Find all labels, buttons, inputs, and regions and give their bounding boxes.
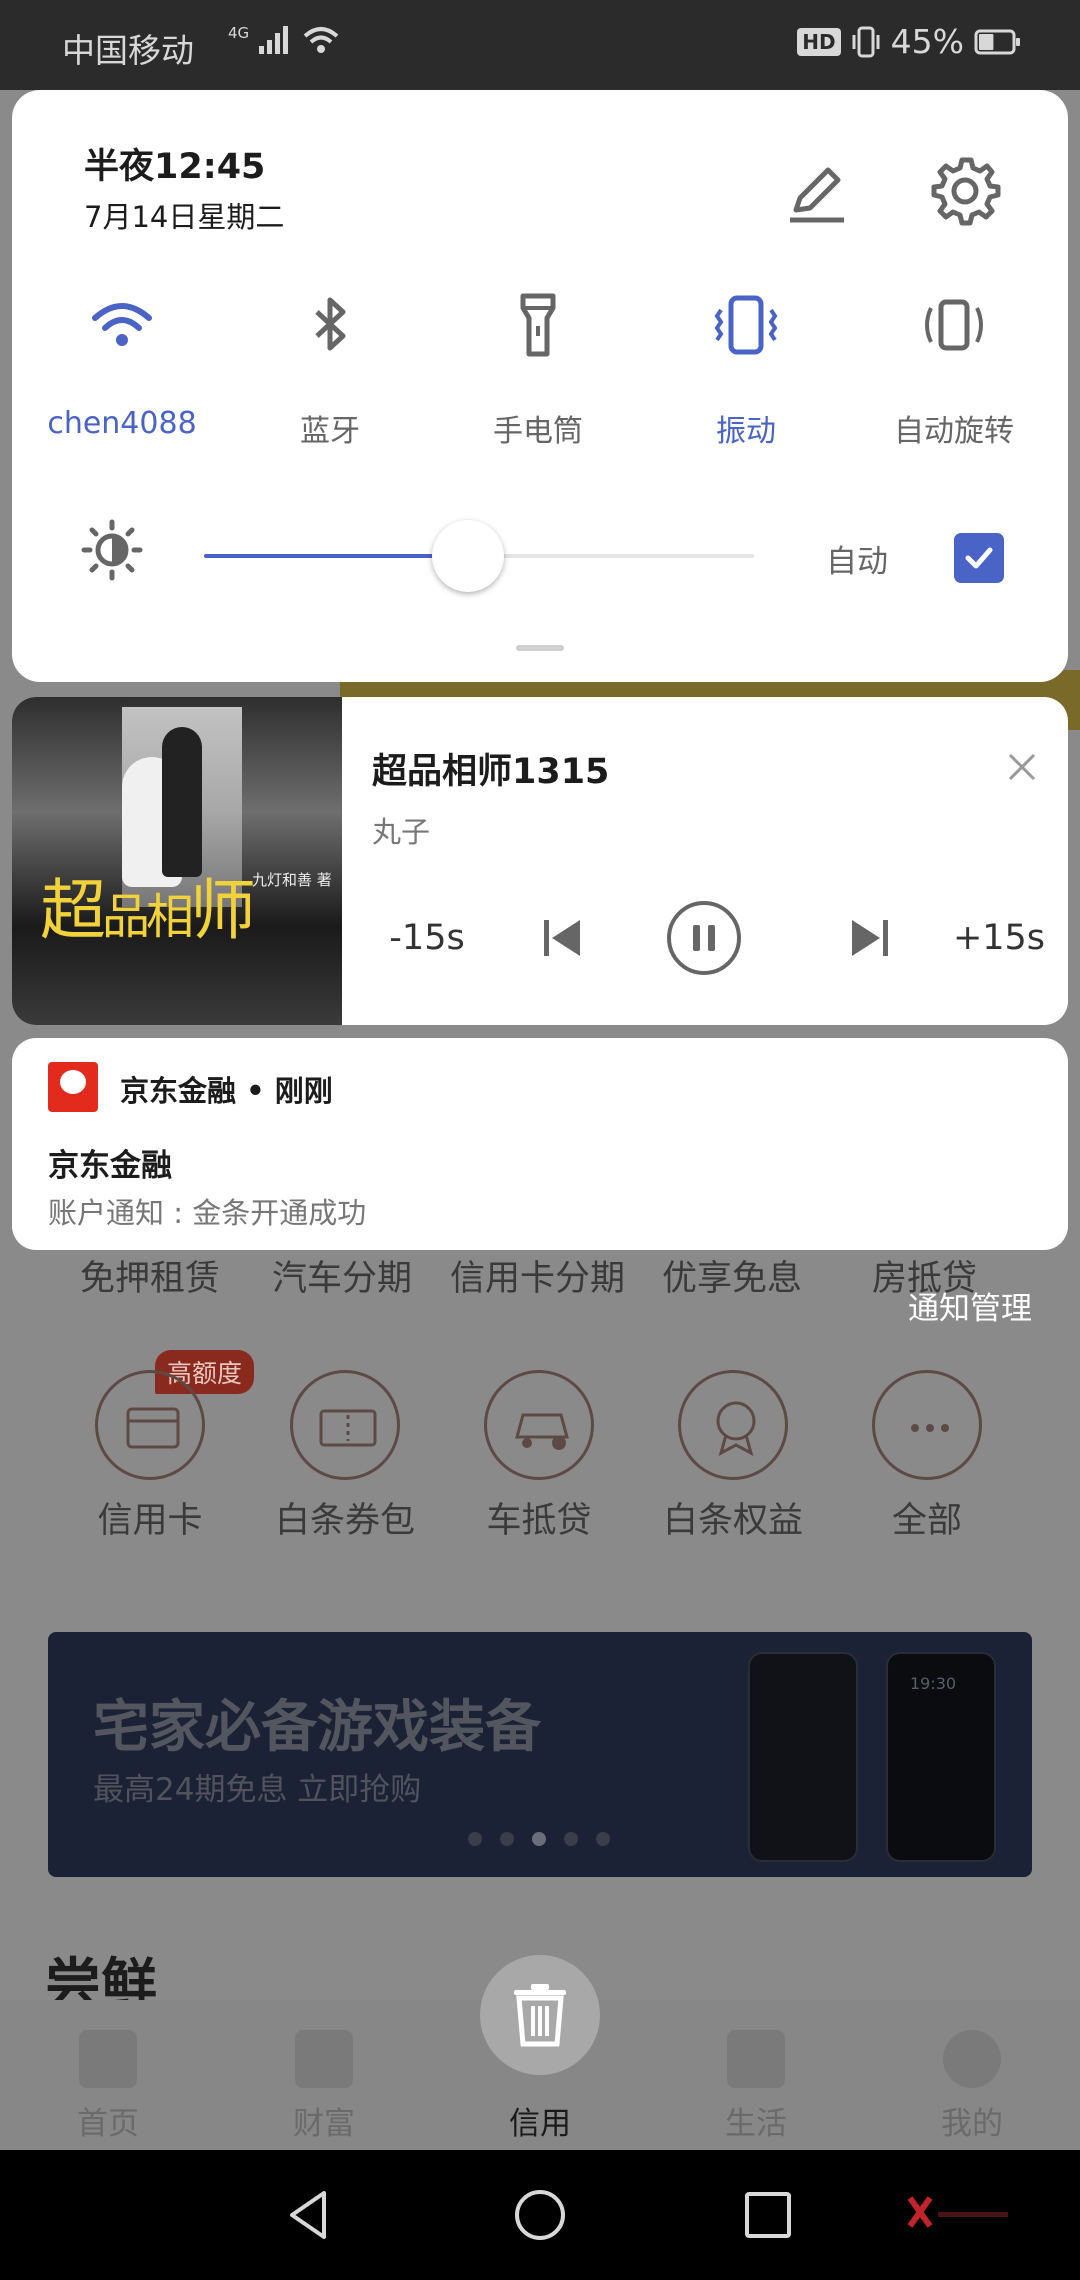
navigation-bar: [0, 2150, 1080, 2280]
wifi-status-icon: [303, 27, 339, 53]
carrier-name: 中国移动: [62, 31, 194, 70]
banner-pagination: [468, 1832, 610, 1846]
icon-label: 白条权益: [662, 1501, 804, 1541]
profile-icon: [943, 2030, 1001, 2088]
credit-card-icon[interactable]: [95, 1370, 205, 1480]
next-button[interactable]: [830, 902, 910, 974]
vibrate-icon: [714, 295, 778, 355]
icon-label: 车抵贷: [486, 1501, 592, 1541]
tab-life[interactable]: 生活: [696, 2020, 816, 2143]
skip-previous-icon: [544, 920, 580, 956]
icon-label: 信用卡: [97, 1501, 203, 1541]
bag-icon: [727, 2030, 785, 2088]
more-icon[interactable]: [872, 1370, 982, 1480]
jd-finance-notification[interactable]: 京东金融 • 刚刚 京东金融 账户通知 : 金条开通成功: [12, 1038, 1068, 1250]
clock-time: 半夜12:45: [84, 147, 266, 187]
previous-button[interactable]: [522, 902, 602, 974]
recents-icon[interactable]: [738, 2185, 798, 2245]
pause-button[interactable]: [664, 901, 744, 975]
media-notification[interactable]: 超品相师 九灯和善 著 超品相师1315 丸子 -15s +15s: [12, 697, 1068, 1025]
signal-icon: [259, 26, 289, 54]
service-item: 信用卡分期: [450, 1259, 626, 1299]
icon-label: 全部: [891, 1501, 963, 1541]
status-bar: 中国移动 4G HD 45%: [0, 0, 1080, 90]
service-item: 汽车分期: [272, 1259, 413, 1299]
panel-drag-handle[interactable]: [516, 645, 564, 651]
wallet-icon: [295, 2030, 353, 2088]
award-icon[interactable]: [678, 1370, 788, 1480]
flashlight-icon: [520, 293, 556, 357]
home-icon: [79, 2030, 137, 2088]
network-type: 4G: [228, 24, 250, 42]
car-loan-icon[interactable]: [484, 1370, 594, 1480]
phone-image: [748, 1652, 858, 1862]
auto-brightness-checkbox[interactable]: [954, 533, 1004, 583]
toggle-wifi[interactable]: chen4088: [22, 290, 222, 441]
clock-date: 7月14日星期二: [84, 200, 285, 234]
clear-notifications-button[interactable]: [480, 1955, 600, 2075]
toggle-auto-rotate[interactable]: 自动旋转: [854, 290, 1054, 450]
rewind-15s-button[interactable]: -15s: [372, 902, 482, 974]
gear-icon[interactable]: [928, 154, 1002, 228]
album-art-author: 九灯和善 著: [252, 871, 332, 889]
skip-next-icon: [852, 920, 888, 956]
brightness-slider[interactable]: [204, 520, 754, 592]
service-item: 优享免息: [662, 1259, 803, 1299]
banner-title: 宅家必备游戏装备: [93, 1695, 541, 1760]
vibrate-status-icon: [852, 26, 880, 57]
coupon-icon[interactable]: [290, 1370, 400, 1480]
jd-finance-logo: [48, 1062, 98, 1112]
banner-subtitle: 最高24期免息 立即抢购: [93, 1772, 422, 1808]
toggle-vibrate[interactable]: 振动: [646, 290, 846, 450]
pause-icon: [667, 901, 741, 975]
wifi-icon: [92, 303, 152, 346]
album-art: 超品相师 九灯和善 著: [12, 697, 342, 1025]
checkmark-icon: [965, 547, 993, 569]
promo-banner[interactable]: 宅家必备游戏装备 最高24期免息 立即抢购 19:30: [48, 1632, 1032, 1877]
auto-brightness-label: 自动: [826, 544, 888, 580]
back-icon[interactable]: [280, 2185, 340, 2245]
notification-app-name: 京东金融 • 刚刚: [120, 1074, 333, 1108]
phone-image: 19:30: [886, 1652, 996, 1862]
toggle-bluetooth[interactable]: 蓝牙: [230, 290, 430, 450]
tab-wealth[interactable]: 财富: [264, 2020, 384, 2143]
bluetooth-icon: [315, 297, 346, 351]
tab-mine[interactable]: 我的: [912, 2020, 1032, 2143]
close-icon[interactable]: [1002, 747, 1042, 787]
battery-percent: 45%: [890, 22, 964, 61]
trash-icon: [514, 1984, 566, 2047]
brightness-icon: [81, 519, 143, 581]
battery-icon: [974, 29, 1020, 54]
auto-rotate-icon: [925, 299, 983, 351]
toggle-label: 手电筒: [493, 414, 583, 449]
brightness-fill: [204, 554, 468, 558]
notification-manage-link[interactable]: 通知管理: [908, 1283, 1032, 1328]
hd-badge: HD: [797, 27, 841, 56]
toggle-flashlight[interactable]: 手电筒: [438, 290, 638, 450]
watermark-logo: [907, 2196, 1008, 2228]
notification-title: 京东金融: [48, 1148, 172, 1184]
edit-icon[interactable]: [782, 158, 852, 228]
home-nav-icon[interactable]: [510, 2185, 570, 2245]
icon-label: 白条券包: [274, 1501, 416, 1541]
notification-body: 账户通知 : 金条开通成功: [48, 1196, 367, 1230]
forward-15s-button[interactable]: +15s: [944, 902, 1054, 974]
toggle-label: 蓝牙: [300, 414, 360, 449]
quick-settings-panel: 半夜12:45 7月14日星期二 chen4088 蓝牙 手电筒 振动 自动旋转…: [12, 90, 1068, 682]
toggle-label: 振动: [716, 414, 776, 449]
phone-time: 19:30: [910, 1674, 957, 1693]
brightness-thumb[interactable]: [432, 520, 504, 592]
toggle-label: chen4088: [47, 406, 197, 441]
media-artist: 丸子: [372, 815, 431, 849]
media-title: 超品相师1315: [372, 752, 610, 792]
album-art-title: 超品相师: [40, 872, 256, 949]
tab-home[interactable]: 首页: [48, 2020, 168, 2143]
toggle-label: 自动旋转: [894, 414, 1014, 449]
service-item: 免押租赁: [80, 1259, 221, 1299]
